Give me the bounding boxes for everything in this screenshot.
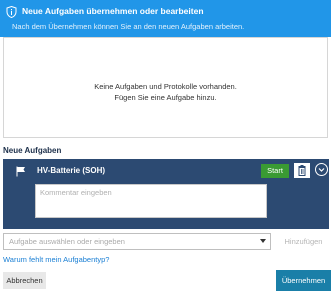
delete-task-button[interactable] [294, 163, 310, 178]
dialog-header: Neue Aufgaben übernehmen oder bearbeiten… [0, 0, 331, 37]
task-select-dropdown[interactable]: Aufgabe auswählen oder eingeben [3, 233, 271, 250]
empty-message-line1: Keine Aufgaben und Protokolle vorhanden. [94, 82, 237, 91]
task-dialog: Neue Aufgaben übernehmen oder bearbeiten… [0, 0, 331, 291]
comment-input[interactable]: Kommentar eingeben [35, 184, 267, 218]
missing-task-type-link[interactable]: Warum fehlt mein Aufgabentyp? [3, 255, 109, 265]
new-tasks-heading: Neue Aufgaben [3, 146, 62, 155]
task-select-placeholder: Aufgabe auswählen oder eingeben [9, 237, 125, 246]
apply-button[interactable]: Übernehmen [276, 270, 331, 291]
flag-icon [16, 166, 25, 177]
dialog-subtitle: Nach dem Übernehmen können Sie an den ne… [12, 22, 245, 31]
trash-icon [298, 165, 306, 176]
empty-message-line2: Fügen Sie eine Aufgabe hinzu. [114, 93, 217, 102]
dialog-title: Neue Aufgaben übernehmen oder bearbeiten [22, 6, 204, 16]
start-button[interactable]: Start [261, 164, 289, 178]
cancel-button[interactable]: Abbrechen [3, 272, 46, 289]
add-task-button[interactable]: Hinzufügen [276, 233, 331, 250]
task-name: HV-Batterie (SOH) [37, 166, 106, 175]
empty-task-list: Keine Aufgaben und Protokolle vorhanden.… [3, 37, 328, 138]
task-card-header: HV-Batterie (SOH) Start [4, 160, 328, 182]
task-card: HV-Batterie (SOH) Start Kommentar eingeb… [3, 159, 329, 229]
info-shield-icon [6, 6, 17, 18]
chevron-down-icon [318, 168, 325, 172]
caret-down-icon [260, 239, 266, 243]
expand-task-button[interactable] [315, 163, 328, 176]
